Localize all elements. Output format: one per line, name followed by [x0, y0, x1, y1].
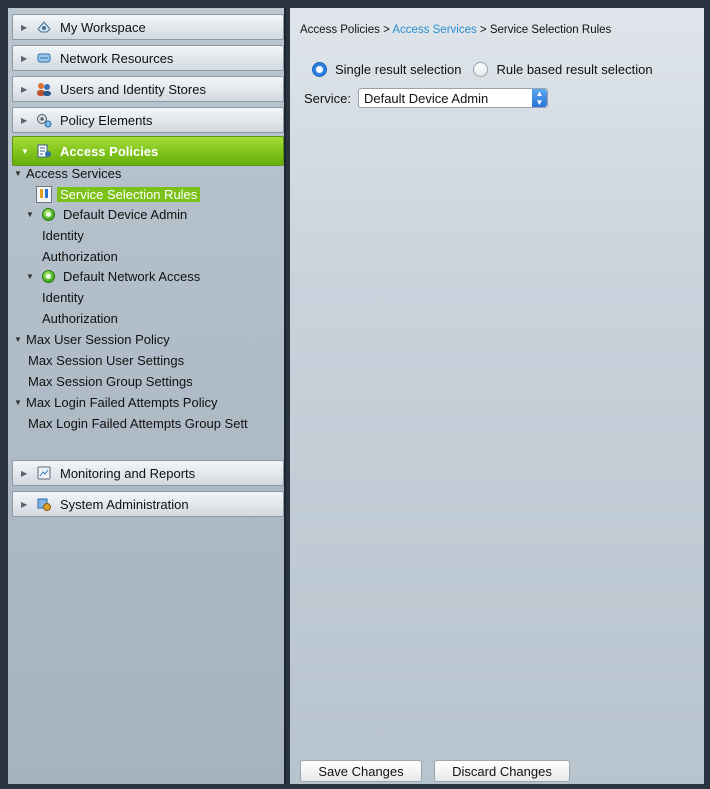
service-select-value: Default Device Admin	[363, 90, 489, 106]
breadcrumb: Access Policies > Access Services > Serv…	[300, 24, 611, 36]
system-admin-icon	[35, 495, 53, 513]
rules-table-icon	[36, 186, 52, 203]
service-row: Service: Default Device Admin ▲ ▼	[304, 88, 548, 108]
service-select[interactable]: Default Device Admin ▲ ▼	[357, 88, 548, 108]
drawer-label: Policy Elements	[60, 112, 153, 128]
access-policies-icon	[35, 142, 53, 160]
collapsed-arrow-icon: ▶	[21, 53, 28, 63]
drawer-policy-elements[interactable]: ▶ Policy Elements	[12, 107, 284, 133]
expanded-arrow-icon: ▼	[26, 272, 34, 281]
rule-based-radio[interactable]	[473, 62, 489, 77]
drawer-monitoring-reports[interactable]: ▶ Monitoring and Reports	[12, 460, 284, 486]
drawer-label: Monitoring and Reports	[60, 465, 196, 481]
tree-item-dna-authorization[interactable]: Authorization	[42, 311, 118, 326]
tree-item-dda-authorization[interactable]: Authorization	[42, 249, 118, 264]
tree-item-dna-identity[interactable]: Identity	[42, 290, 84, 305]
drawer-label: Network Resources	[60, 50, 174, 66]
policy-elements-icon	[35, 111, 53, 129]
tree-item-service-selection-rules[interactable]: Service Selection Rules	[36, 186, 201, 203]
selection-mode-group: Single result selection Rule based resul…	[312, 62, 653, 77]
status-enabled-icon	[42, 208, 55, 221]
tree-item-max-session-group-settings[interactable]: Max Session Group Settings	[28, 374, 193, 389]
drawer-label: System Administration	[60, 496, 189, 512]
drawer-label: My Workspace	[60, 19, 146, 35]
status-enabled-icon	[42, 270, 55, 283]
single-result-label[interactable]: Single result selection	[335, 62, 461, 77]
expanded-arrow-icon: ▼	[14, 169, 22, 178]
drawer-my-workspace[interactable]: ▶ My Workspace	[12, 14, 284, 40]
single-result-radio[interactable]	[312, 62, 327, 77]
drawer-users-identity-stores[interactable]: ▶ Users and Identity Stores	[12, 76, 284, 102]
collapsed-arrow-icon: ▶	[21, 115, 28, 125]
collapsed-arrow-icon: ▶	[21, 22, 28, 32]
tree-item-default-network-access[interactable]: ▼ Default Network Access	[26, 269, 200, 284]
tree-item-access-services[interactable]: ▼ Access Services	[14, 166, 121, 181]
drawer-access-policies[interactable]: ▼ Access Policies	[12, 136, 284, 166]
discard-changes-button[interactable]: Discard Changes	[434, 760, 570, 782]
tree-item-default-device-admin[interactable]: ▼ Default Device Admin	[26, 207, 187, 222]
main-content: Access Policies > Access Services > Serv…	[290, 8, 704, 784]
breadcrumb-current-page: Service Selection Rules	[489, 24, 612, 36]
monitoring-icon	[35, 464, 53, 482]
expanded-arrow-icon: ▼	[26, 210, 34, 219]
breadcrumb-access-services-link[interactable]: Access Services	[392, 24, 476, 36]
select-arrows-icon: ▲ ▼	[531, 89, 547, 107]
drawer-network-resources[interactable]: ▶ Network Resources	[12, 45, 284, 71]
service-label: Service:	[304, 90, 351, 106]
drawer-label: Users and Identity Stores	[60, 81, 206, 97]
expanded-arrow-icon: ▼	[21, 146, 29, 156]
collapsed-arrow-icon: ▶	[21, 468, 28, 478]
drawer-system-administration[interactable]: ▶ System Administration	[12, 491, 284, 517]
users-icon	[35, 80, 53, 98]
tree-item-dda-identity[interactable]: Identity	[42, 228, 84, 243]
tree-item-max-login-failed-attempts-group[interactable]: Max Login Failed Attempts Group Sett	[28, 416, 286, 431]
save-changes-button[interactable]: Save Changes	[300, 760, 422, 782]
workspace-icon	[35, 18, 53, 36]
tree-item-max-login-failed-attempts-policy[interactable]: ▼ Max Login Failed Attempts Policy	[14, 395, 217, 410]
collapsed-arrow-icon: ▶	[21, 84, 28, 94]
tree-item-max-user-session-policy[interactable]: ▼ Max User Session Policy	[14, 332, 170, 347]
expanded-arrow-icon: ▼	[14, 398, 22, 407]
expanded-arrow-icon: ▼	[14, 335, 22, 344]
tree-item-max-session-user-settings[interactable]: Max Session User Settings	[28, 353, 184, 368]
drawer-label: Access Policies	[60, 143, 159, 159]
rule-based-label[interactable]: Rule based result selection	[496, 62, 652, 77]
navigation-sidebar: ▶ My Workspace ▶ Network Resources ▶ Use…	[8, 8, 286, 784]
breadcrumb-separator: >	[379, 24, 393, 36]
breadcrumb-separator: >	[476, 24, 490, 36]
breadcrumb-access-policies: Access Policies	[300, 24, 380, 36]
collapsed-arrow-icon: ▶	[21, 499, 28, 509]
network-resources-icon	[35, 49, 53, 67]
